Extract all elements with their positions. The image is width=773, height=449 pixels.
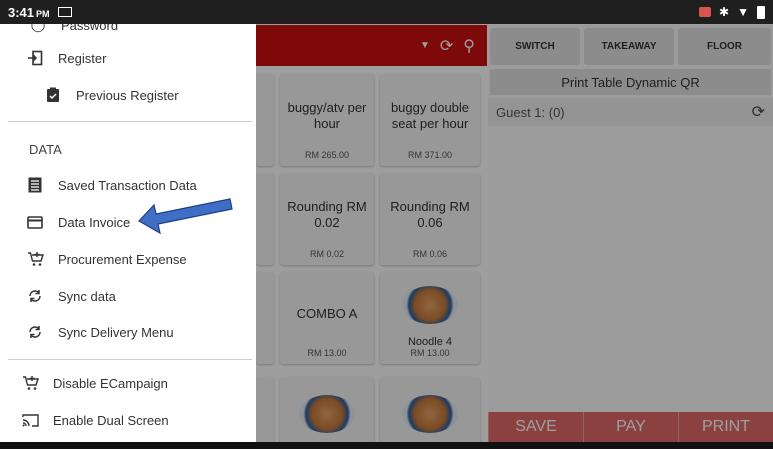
drawer-item-sync-delivery-menu[interactable]: Sync Delivery Menu bbox=[0, 315, 256, 349]
drawer-item-procurement-expense[interactable]: Procurement Expense bbox=[0, 242, 256, 276]
drawer-item-label: Previous Register bbox=[76, 87, 179, 103]
clock: 3:41 PM bbox=[8, 4, 50, 20]
drawer-item-label: Enable Dual Screen bbox=[53, 412, 169, 428]
drawer-item-label: Sync Delivery Menu bbox=[58, 324, 174, 340]
drawer-item-label: Register bbox=[58, 50, 107, 66]
drawer-item-data-invoice[interactable]: Data Invoice bbox=[0, 205, 256, 239]
divider bbox=[8, 121, 252, 122]
divider bbox=[8, 359, 252, 360]
cart-icon bbox=[26, 250, 44, 268]
drawer-item-previous-register[interactable]: Previous Register bbox=[0, 78, 256, 112]
drawer-item-label: Data Invoice bbox=[58, 214, 131, 230]
section-header-data: DATA bbox=[29, 142, 62, 157]
login-icon bbox=[26, 49, 44, 67]
drawer-item-label: Procurement Expense bbox=[58, 251, 187, 267]
battery-icon bbox=[757, 5, 765, 19]
message-icon bbox=[57, 7, 72, 17]
drawer-item-label: Password bbox=[61, 24, 119, 33]
navigation-drawer: ◯ Password Register Previous Register DA… bbox=[0, 24, 256, 442]
sync-icon bbox=[26, 323, 44, 341]
card-icon bbox=[26, 213, 44, 231]
drawer-item-enable-dual-screen[interactable]: Enable Dual Screen bbox=[0, 403, 256, 437]
system-nav-bar bbox=[0, 442, 773, 449]
sync-icon bbox=[26, 287, 44, 305]
drawer-item-label: Saved Transaction Data bbox=[58, 177, 197, 193]
clipboard-icon bbox=[44, 86, 62, 104]
cast-icon bbox=[699, 7, 712, 17]
drawer-item-saved-transaction-data[interactable]: Saved Transaction Data bbox=[0, 168, 256, 202]
drawer-item-register[interactable]: Register bbox=[0, 41, 256, 75]
drawer-item-label: Sync data bbox=[58, 288, 116, 304]
drawer-item-sync-data[interactable]: Sync data bbox=[0, 279, 256, 313]
drawer-item-disable-ecampaign[interactable]: Disable ECampaign bbox=[0, 366, 256, 400]
cast-icon bbox=[21, 411, 39, 429]
status-bar: 3:41 PM ✱ ▼ bbox=[0, 0, 773, 24]
wifi-icon: ▼ bbox=[737, 5, 749, 19]
cart-icon bbox=[21, 374, 39, 392]
list-icon bbox=[26, 176, 44, 194]
drawer-item-label: Disable ECampaign bbox=[53, 375, 168, 391]
status-icons: ✱ ▼ bbox=[699, 5, 765, 19]
drawer-item-password[interactable]: ◯ Password bbox=[29, 24, 256, 42]
bluetooth-icon: ✱ bbox=[719, 5, 730, 19]
key-icon: ◯ bbox=[30, 24, 46, 32]
